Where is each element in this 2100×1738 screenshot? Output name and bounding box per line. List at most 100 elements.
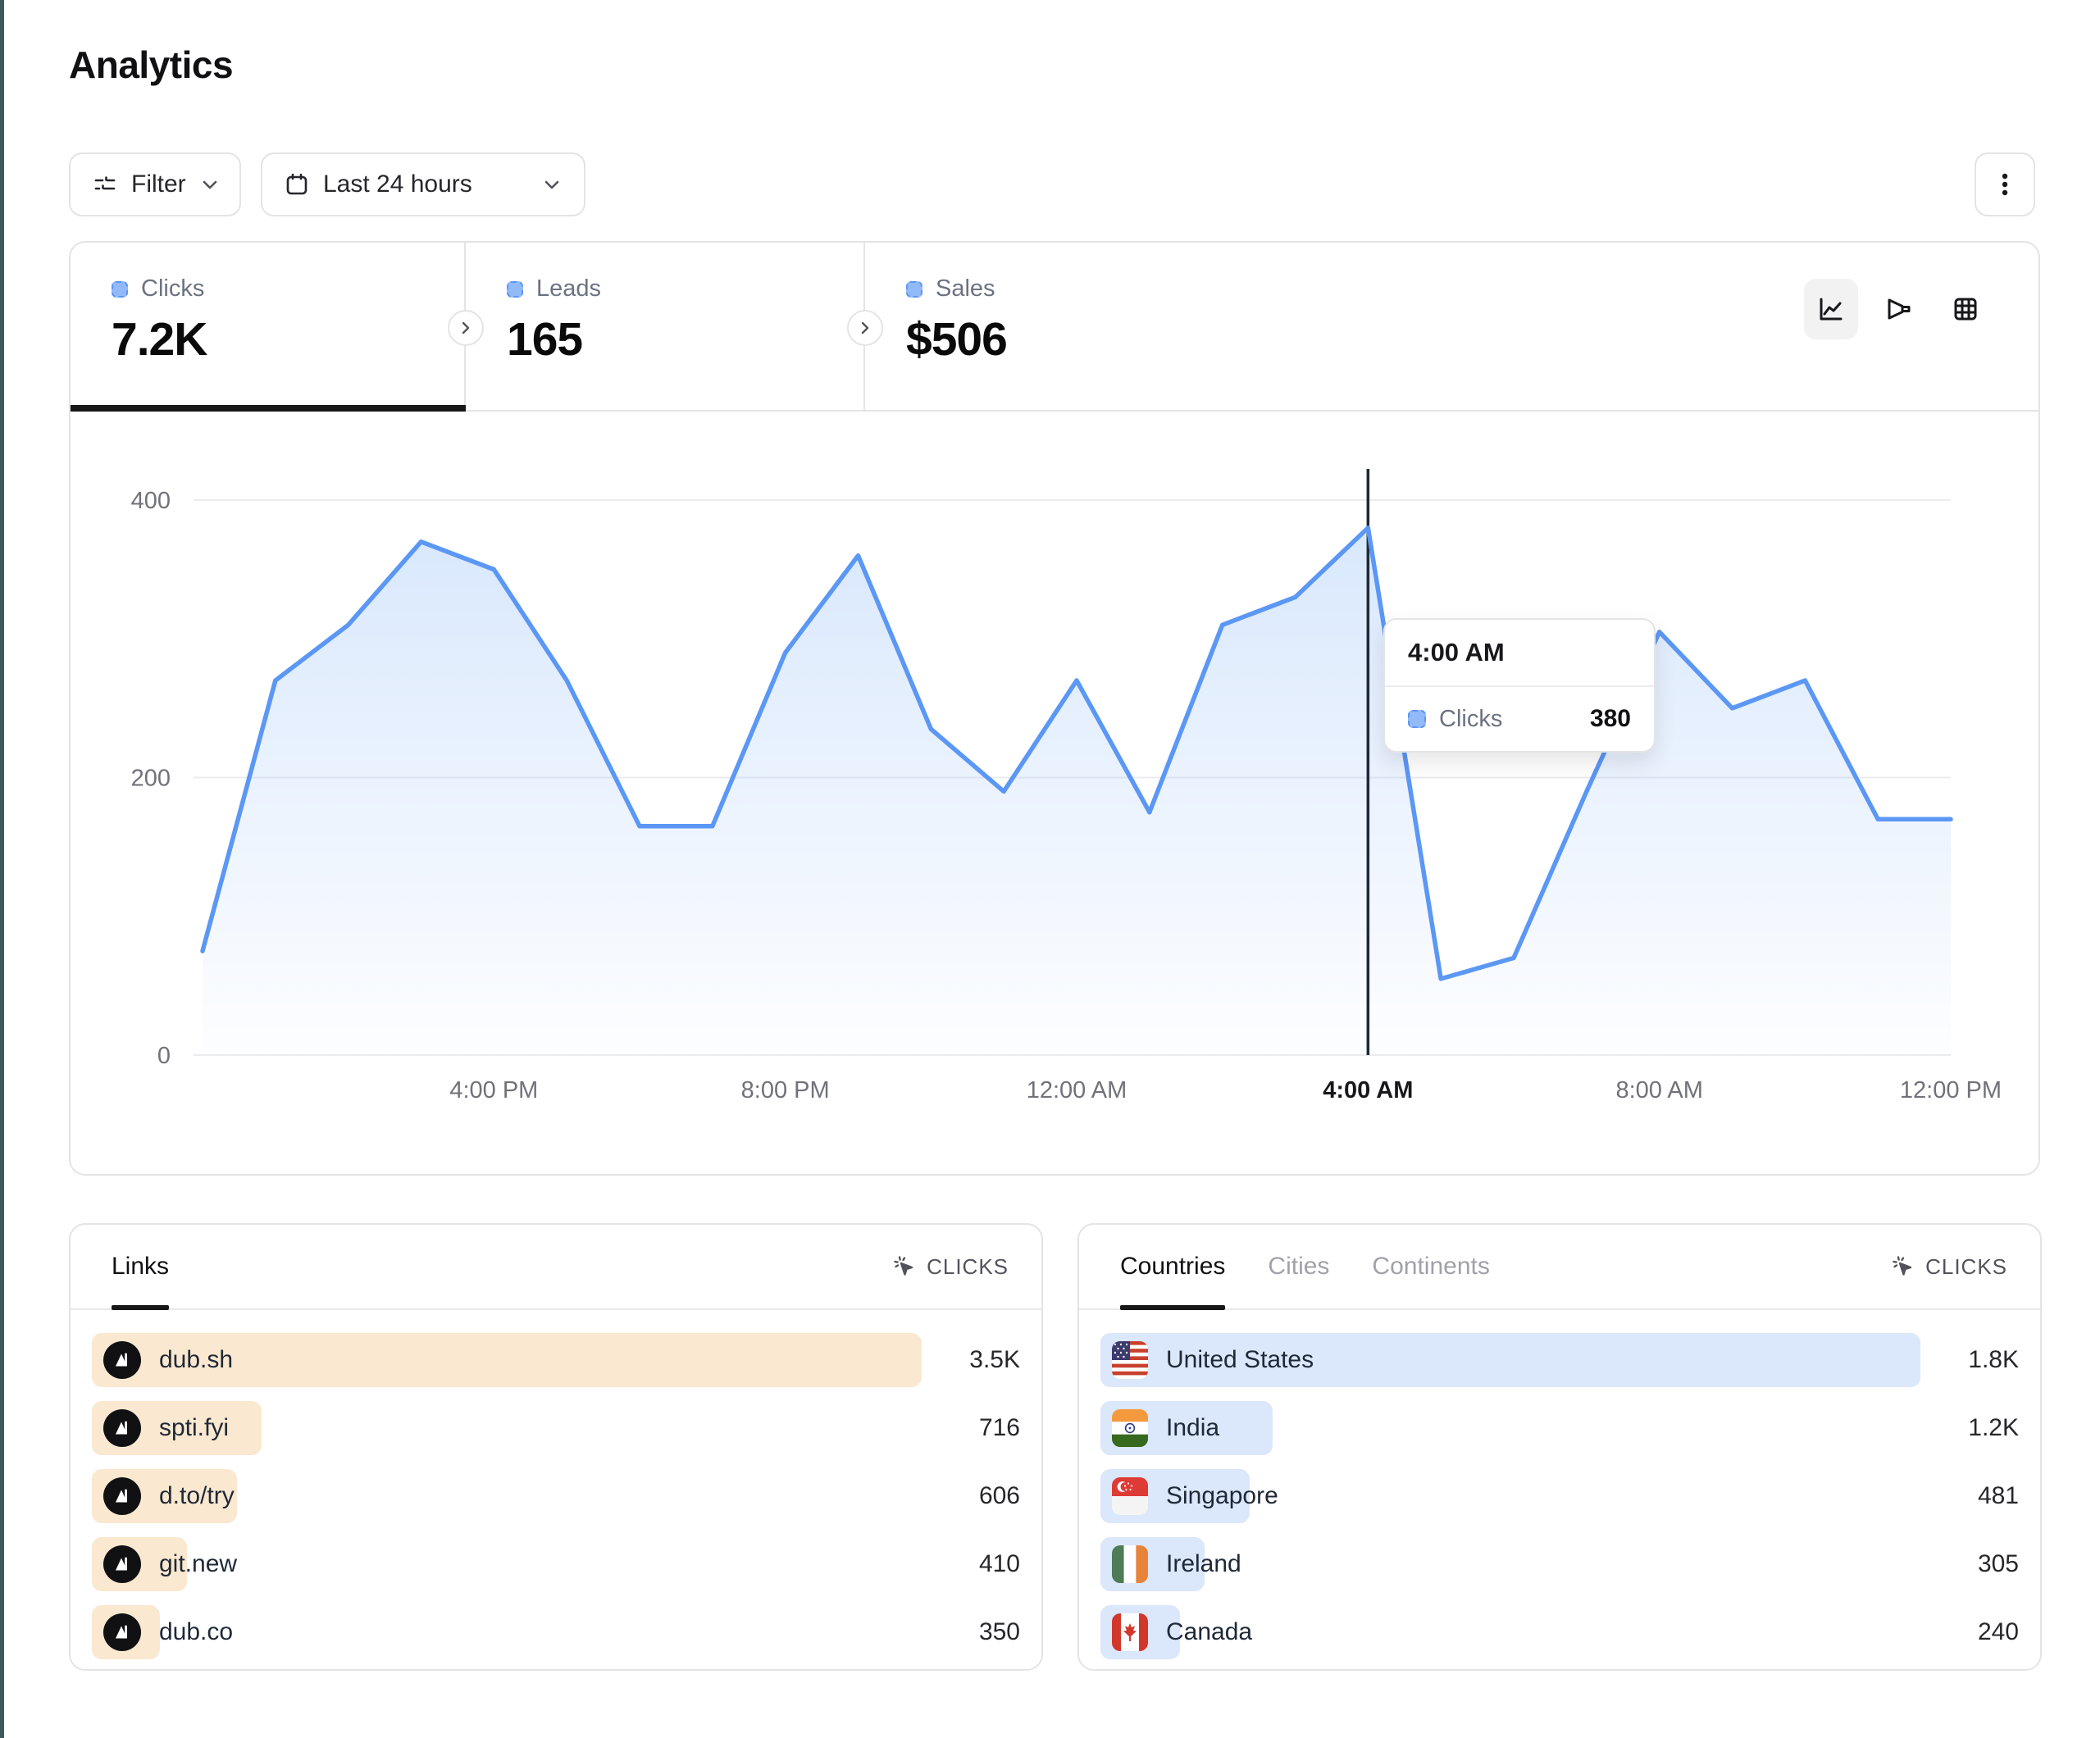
- chevron-down-icon: [199, 174, 221, 195]
- svg-text:12:00 AM: 12:00 AM: [1027, 1077, 1127, 1103]
- link-label: dub.sh: [159, 1346, 233, 1374]
- chevron-down-icon: [541, 174, 563, 195]
- geo-panel: Countries Cities Continents CLICKS: [1077, 1223, 2042, 1671]
- tab-countries[interactable]: Countries: [1120, 1225, 1225, 1308]
- geo-rows: United States 1.8K India 1.2K: [1079, 1310, 2040, 1659]
- tab-clicks[interactable]: Clicks 7.2K: [71, 243, 466, 410]
- leads-value: 165: [507, 312, 863, 366]
- clicks-time-series-chart[interactable]: 02004004:00 PM8:00 PM12:00 AM4:00 AM8:00…: [71, 412, 2039, 1176]
- canada-flag-icon: [1112, 1613, 1148, 1651]
- tab-continents[interactable]: Continents: [1372, 1225, 1489, 1308]
- links-panel: Links CLICKS dub.sh: [69, 1223, 1043, 1671]
- cursor-click-icon: [1891, 1254, 1916, 1279]
- sales-legend-square: [906, 281, 922, 298]
- link-label: dub.co: [159, 1618, 233, 1646]
- tooltip-series-label: Clicks: [1439, 706, 1502, 733]
- kebab-menu-icon: [1993, 171, 2017, 198]
- links-rows: dub.sh 3.5K spti.fyi 716 d.to/try 606: [71, 1310, 1041, 1659]
- cursor-click-icon: [892, 1254, 917, 1279]
- page-title: Analytics: [69, 43, 233, 87]
- svg-text:200: 200: [131, 766, 171, 792]
- filter-button[interactable]: Filter: [69, 152, 241, 216]
- leads-label: Leads: [536, 275, 601, 303]
- filter-icon: [92, 171, 118, 198]
- tab-cities-label: Cities: [1268, 1253, 1329, 1281]
- tab-countries-label: Countries: [1120, 1253, 1225, 1281]
- link-row[interactable]: dub.co 350: [92, 1605, 1020, 1659]
- country-row[interactable]: Ireland 305: [1100, 1537, 2019, 1591]
- country-label: United States: [1166, 1346, 1314, 1374]
- funnel-icon: [1883, 293, 1914, 325]
- tooltip-legend-square: [1408, 710, 1426, 728]
- clicks-label: Clicks: [141, 275, 204, 303]
- dub-logo-icon: [103, 1409, 141, 1447]
- link-label: d.to/try: [159, 1482, 235, 1510]
- link-row[interactable]: dub.sh 3.5K: [92, 1333, 1020, 1387]
- line-chart-view-button[interactable]: [1804, 279, 1858, 339]
- links-tab-underline: [112, 1305, 169, 1310]
- country-label: Singapore: [1166, 1482, 1278, 1510]
- line-chart-icon: [1815, 293, 1847, 325]
- tab-links[interactable]: Links: [112, 1225, 169, 1308]
- tab-leads[interactable]: Leads 165: [466, 243, 865, 410]
- funnel-view-button[interactable]: [1871, 279, 1925, 339]
- leads-legend-square: [507, 281, 523, 298]
- calendar-icon: [284, 171, 310, 198]
- country-label: Ireland: [1166, 1550, 1241, 1578]
- country-row[interactable]: United States 1.8K: [1100, 1333, 2019, 1387]
- dub-logo-icon: [103, 1341, 141, 1379]
- tooltip-time: 4:00 AM: [1385, 620, 1654, 687]
- chart-canvas[interactable]: 02004004:00 PM8:00 PM12:00 AM4:00 AM8:00…: [71, 412, 2039, 1176]
- date-range-button[interactable]: Last 24 hours: [261, 152, 585, 216]
- link-label: git.new: [159, 1550, 237, 1578]
- geo-metric-header[interactable]: CLICKS: [1891, 1254, 2007, 1280]
- country-row[interactable]: India 1.2K: [1100, 1401, 2019, 1455]
- dub-logo-icon: [103, 1545, 141, 1583]
- svg-text:8:00 AM: 8:00 AM: [1615, 1077, 1702, 1103]
- country-clicks-value: 1.2K: [1968, 1414, 2019, 1442]
- link-clicks-value: 606: [979, 1482, 1020, 1510]
- dub-logo-icon: [103, 1613, 141, 1651]
- more-options-button[interactable]: [1975, 152, 2035, 216]
- tab-cities[interactable]: Cities: [1268, 1225, 1329, 1308]
- dub-logo-icon: [103, 1477, 141, 1515]
- country-row[interactable]: Singapore 481: [1100, 1469, 2019, 1523]
- ireland-flag-icon: [1112, 1545, 1148, 1583]
- expand-leads-chevron[interactable]: [847, 310, 883, 346]
- country-clicks-value: 240: [1978, 1618, 2019, 1646]
- clicks-legend-square: [112, 281, 128, 298]
- tooltip-value: 380: [1590, 705, 1631, 733]
- sales-label: Sales: [936, 275, 995, 303]
- svg-text:12:00 PM: 12:00 PM: [1900, 1077, 2002, 1103]
- active-tab-underline: [71, 405, 466, 412]
- svg-text:4:00 AM: 4:00 AM: [1323, 1077, 1413, 1103]
- country-label: Canada: [1166, 1618, 1252, 1646]
- links-metric-label: CLICKS: [927, 1254, 1009, 1280]
- svg-text:8:00 PM: 8:00 PM: [741, 1077, 830, 1103]
- link-label: spti.fyi: [159, 1414, 229, 1442]
- singapore-flag-icon: [1112, 1477, 1148, 1515]
- geo-metric-label: CLICKS: [1925, 1254, 2007, 1280]
- left-edge-accent: [0, 0, 4, 1738]
- tab-continents-label: Continents: [1372, 1253, 1489, 1281]
- date-range-label: Last 24 hours: [323, 171, 472, 198]
- link-row[interactable]: git.new 410: [92, 1537, 1020, 1591]
- clicks-value: 7.2K: [112, 312, 464, 366]
- chart-view-toggles: [1804, 279, 1993, 339]
- link-row[interactable]: d.to/try 606: [92, 1469, 1020, 1523]
- analytics-card: Clicks 7.2K Leads 165 Sales $506: [69, 241, 2040, 1176]
- expand-clicks-chevron[interactable]: [448, 310, 484, 346]
- link-clicks-value: 350: [979, 1618, 1020, 1646]
- chart-tooltip: 4:00 AM Clicks 380: [1383, 618, 1656, 753]
- country-clicks-value: 481: [1978, 1482, 2019, 1510]
- table-view-button[interactable]: [1938, 279, 1993, 339]
- india-flag-icon: [1112, 1409, 1148, 1447]
- links-metric-header[interactable]: CLICKS: [892, 1254, 1009, 1280]
- svg-text:4:00 PM: 4:00 PM: [449, 1077, 538, 1103]
- country-row[interactable]: Canada 240: [1100, 1605, 2019, 1659]
- grid-icon: [1950, 293, 1981, 325]
- link-clicks-value: 716: [979, 1414, 1020, 1442]
- us-flag-icon: [1112, 1341, 1148, 1379]
- link-clicks-value: 410: [979, 1550, 1020, 1578]
- link-row[interactable]: spti.fyi 716: [92, 1401, 1020, 1455]
